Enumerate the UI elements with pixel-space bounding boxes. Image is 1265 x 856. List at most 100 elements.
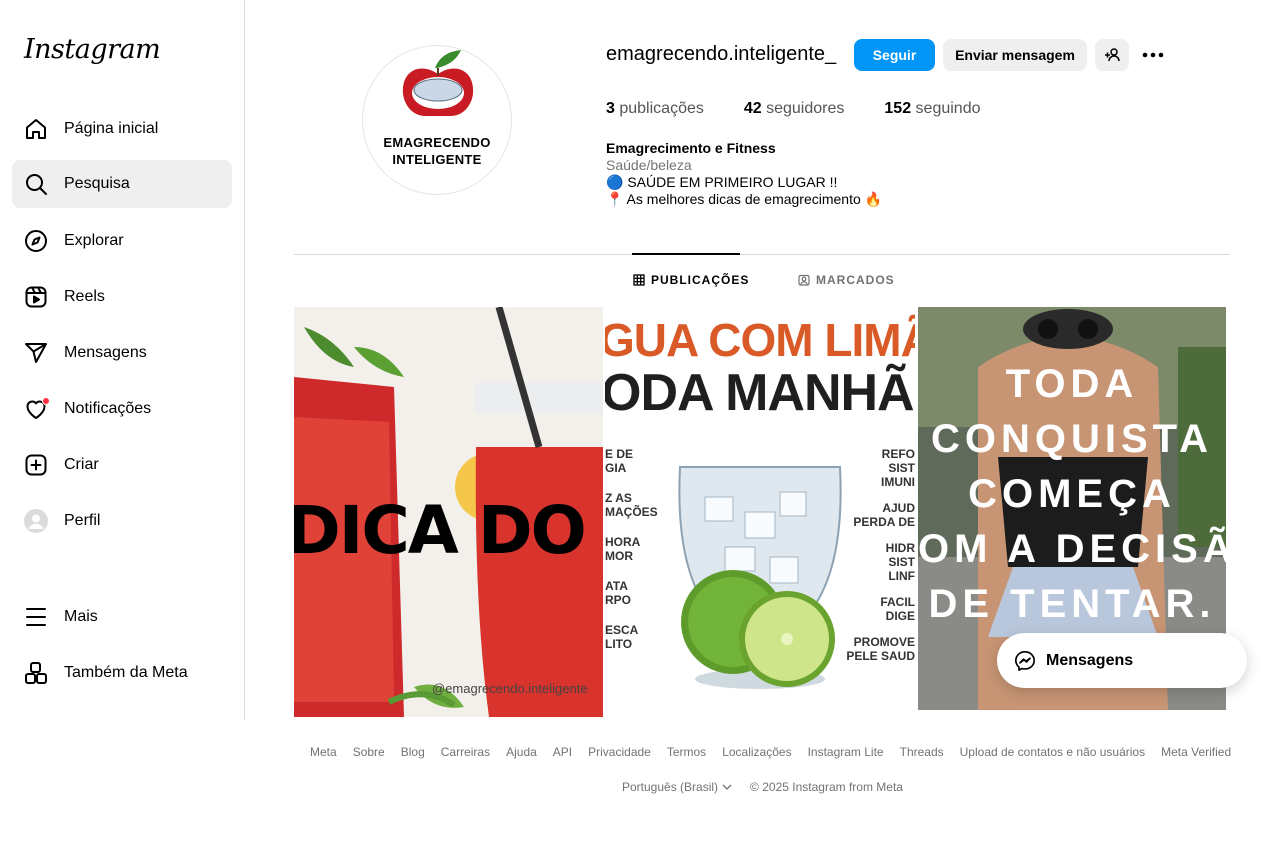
- footer-link[interactable]: Instagram Lite: [808, 745, 884, 759]
- messages-label: Mensagens: [1046, 651, 1134, 669]
- grid-icon: [633, 274, 645, 286]
- copyright: © 2025 Instagram from Meta: [750, 780, 903, 794]
- profile-category: Saúde/beleza: [606, 157, 692, 173]
- post-2-right-text: AJUD: [882, 501, 915, 515]
- post-2-right-text: PROMOVE: [853, 635, 915, 649]
- post-2-right-text: SIST: [888, 555, 915, 569]
- profile-avatar[interactable]: EMAGRECENDO INTELIGENTE: [362, 45, 512, 195]
- post-3-caption-line: CONQUISTA: [930, 417, 1214, 461]
- bio-line-1: 🔵 SAÚDE EM PRIMEIRO LUGAR !!: [606, 174, 838, 190]
- post-2-left-text: MAÇÕES: [605, 505, 658, 519]
- post-1[interactable]: DICA DO DIA @emagrecendo.inteligente: [294, 307, 603, 717]
- send-icon: [23, 340, 49, 366]
- following-count[interactable]: 152 seguindo: [884, 100, 980, 118]
- post-2-left-text: ATA: [605, 579, 628, 593]
- sidebar-item-label: Notificações: [64, 400, 152, 417]
- post-3-caption-line: DE TENTAR.: [928, 582, 1216, 626]
- footer-link[interactable]: Termos: [667, 745, 706, 759]
- tag-user-icon: [798, 274, 810, 286]
- footer-bottom: Português (Brasil) © 2025 Instagram from…: [622, 780, 903, 794]
- home-icon: [23, 116, 49, 142]
- notification-dot: [42, 397, 50, 405]
- sidebar-item-label: Também da Meta: [64, 664, 188, 681]
- chevron-down-icon: [722, 784, 732, 790]
- post-2-left-text: RPO: [605, 593, 632, 607]
- followers-count-value: 42: [743, 100, 762, 117]
- post-2-right-text: PELE SAUD: [846, 649, 915, 663]
- sidebar-item-profile[interactable]: Perfil: [12, 497, 232, 545]
- post-2-right-text: REFO: [881, 447, 915, 461]
- sidebar-item-home[interactable]: Página inicial: [12, 105, 232, 153]
- profile-stats: 3 publicações 42 seguidores 152 seguindo: [606, 100, 981, 118]
- post-2-right-text: FACIL: [880, 595, 915, 609]
- footer-link[interactable]: API: [553, 745, 572, 759]
- post-2-left-text: HORA: [605, 535, 641, 549]
- footer-link[interactable]: Ajuda: [506, 745, 537, 759]
- footer-link[interactable]: Localizações: [722, 745, 791, 759]
- post-3-caption-line: OM A DECISÃ: [918, 527, 1226, 571]
- post-2[interactable]: GUA COM LIMÃ ODA MANHÃ E DE GIA Z AS MAÇ…: [605, 307, 915, 717]
- post-2-left-text: Z AS: [605, 491, 632, 505]
- plus-icon: [23, 452, 49, 478]
- footer-links: Meta Sobre Blog Carreiras Ajuda API Priv…: [310, 745, 1231, 759]
- options-button[interactable]: [1137, 39, 1169, 71]
- suggest-user-button[interactable]: [1095, 39, 1129, 71]
- sidebar-item-create[interactable]: Criar: [12, 441, 232, 489]
- post-2-right-text: HIDR: [885, 541, 915, 555]
- meta-apps-icon: [23, 660, 49, 686]
- post-2-left-text: LITO: [605, 637, 633, 651]
- follow-button[interactable]: Seguir: [854, 39, 935, 71]
- profile-bio: Emagrecimento e Fitness Saúde/beleza 🔵 S…: [606, 140, 882, 208]
- avatar-text-line2: INTELIGENTE: [392, 152, 482, 167]
- active-tab-indicator: [632, 253, 740, 255]
- post-2-left-text: GIA: [605, 461, 627, 475]
- language-select[interactable]: Português (Brasil): [622, 780, 732, 794]
- send-message-button[interactable]: Enviar mensagem: [943, 39, 1087, 71]
- profile-name: Emagrecimento e Fitness: [606, 140, 776, 156]
- post-2-right-text: IMUNI: [881, 475, 915, 489]
- search-icon: [23, 171, 49, 197]
- posts-count-value: 3: [606, 100, 615, 117]
- sidebar-item-reels[interactable]: Reels: [12, 273, 232, 321]
- post-2-right-column: REFO SIST IMUNI AJUD PERDA DE HIDR SIST …: [835, 447, 915, 663]
- more-dots-icon: [1142, 52, 1164, 58]
- bio-line-2: 📍 As melhores dicas de emagrecimento 🔥: [606, 191, 883, 207]
- instagram-logo[interactable]: Instagram: [24, 34, 161, 65]
- footer-link[interactable]: Blog: [401, 745, 425, 759]
- post-2-title-2: ODA MANHÃ: [605, 364, 915, 422]
- sidebar-item-explore[interactable]: Explorar: [12, 217, 232, 265]
- footer-link[interactable]: Carreiras: [441, 745, 490, 759]
- post-2-right-text: PERDA DE: [853, 515, 915, 529]
- language-label: Português (Brasil): [622, 780, 719, 794]
- tab-tagged-label: MARCADOS: [816, 273, 895, 287]
- tab-posts-label: PUBLICAÇÕES: [651, 273, 750, 287]
- post-2-title-1: GUA COM LIMÃ: [605, 314, 915, 366]
- sidebar-item-label: Reels: [64, 288, 105, 305]
- footer-link[interactable]: Privacidade: [588, 745, 651, 759]
- posts-count: 3 publicações: [606, 100, 704, 118]
- sidebar-item-label: Página inicial: [64, 120, 159, 137]
- sidebar-item-meta[interactable]: Também da Meta: [12, 649, 232, 697]
- followers-count-label: seguidores: [766, 100, 845, 117]
- post-3-caption-line: TODA: [1005, 362, 1139, 406]
- footer-link[interactable]: Meta Verified: [1161, 745, 1231, 759]
- tab-tagged[interactable]: MARCADOS: [798, 273, 895, 287]
- footer-link[interactable]: Sobre: [353, 745, 385, 759]
- post-3-caption-line: COMEÇA: [968, 472, 1176, 516]
- footer-link[interactable]: Meta: [310, 745, 337, 759]
- tab-posts[interactable]: PUBLICAÇÕES: [633, 273, 749, 287]
- post-2-right-text: SIST: [888, 461, 915, 475]
- messages-button[interactable]: Mensagens: [997, 633, 1247, 688]
- sidebar-item-more[interactable]: Mais: [12, 593, 232, 641]
- sidebar-item-messages[interactable]: Mensagens: [12, 329, 232, 377]
- post-2-left-text: ESCA: [605, 623, 639, 637]
- footer-link[interactable]: Upload de contatos e não usuários: [960, 745, 1145, 759]
- messenger-icon: [1015, 650, 1035, 671]
- reels-icon: [23, 284, 49, 310]
- footer-link[interactable]: Threads: [900, 745, 944, 759]
- sidebar-item-notifications[interactable]: Notificações: [12, 385, 232, 433]
- followers-count[interactable]: 42 seguidores: [744, 100, 845, 118]
- post-2-right-text: LINF: [888, 569, 915, 583]
- post-1-caption: DICA DO DIA: [294, 492, 603, 569]
- sidebar-item-search[interactable]: Pesquisa: [12, 160, 232, 208]
